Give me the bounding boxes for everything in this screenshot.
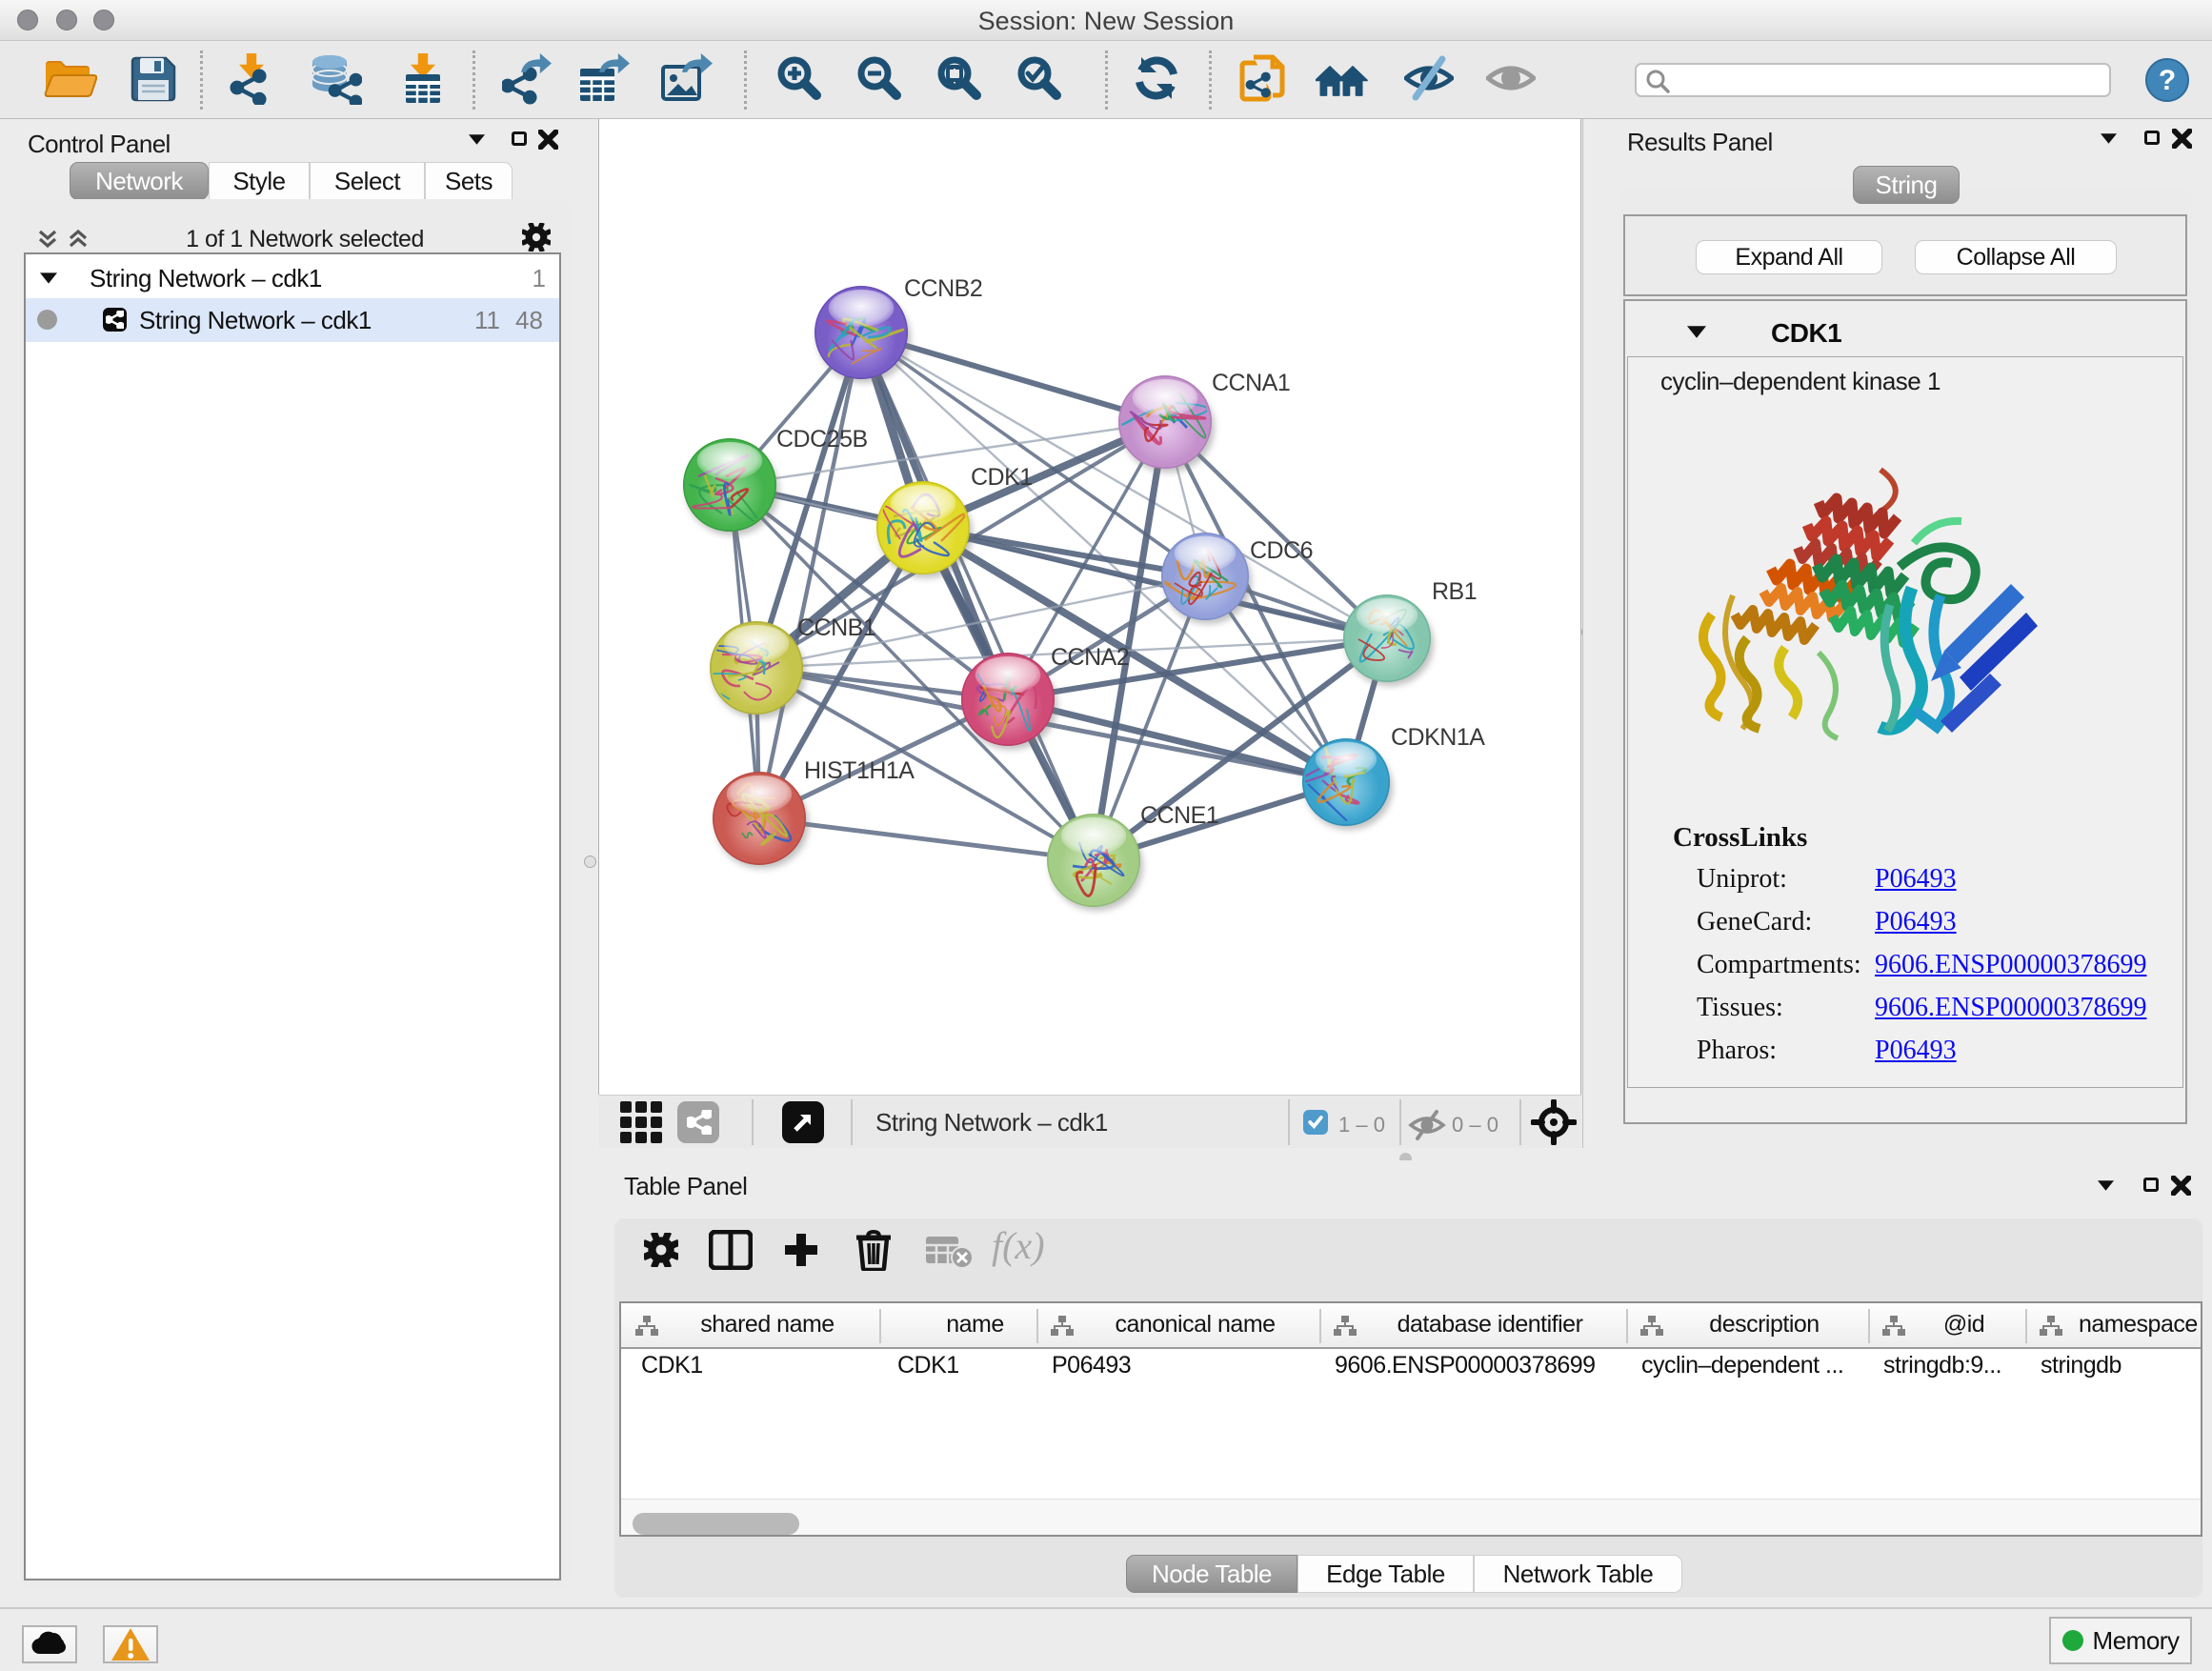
svg-text:CCNE1: CCNE1 bbox=[1140, 802, 1218, 829]
svg-text:CDKN1A: CDKN1A bbox=[1391, 724, 1485, 751]
svg-text:CCNB2: CCNB2 bbox=[904, 275, 982, 302]
svg-text:CDC6: CDC6 bbox=[1250, 537, 1313, 564]
svg-text:CCNA2: CCNA2 bbox=[1051, 644, 1129, 671]
svg-text:RB1: RB1 bbox=[1432, 578, 1477, 605]
svg-text:CCNB1: CCNB1 bbox=[797, 614, 875, 641]
svg-text:HIST1H1A: HIST1H1A bbox=[804, 757, 915, 784]
svg-text:?: ? bbox=[2159, 65, 2176, 96]
svg-text:CDC25B: CDC25B bbox=[776, 426, 868, 453]
svg-text:CCNA1: CCNA1 bbox=[1212, 370, 1290, 396]
svg-text:CDK1: CDK1 bbox=[971, 464, 1033, 491]
